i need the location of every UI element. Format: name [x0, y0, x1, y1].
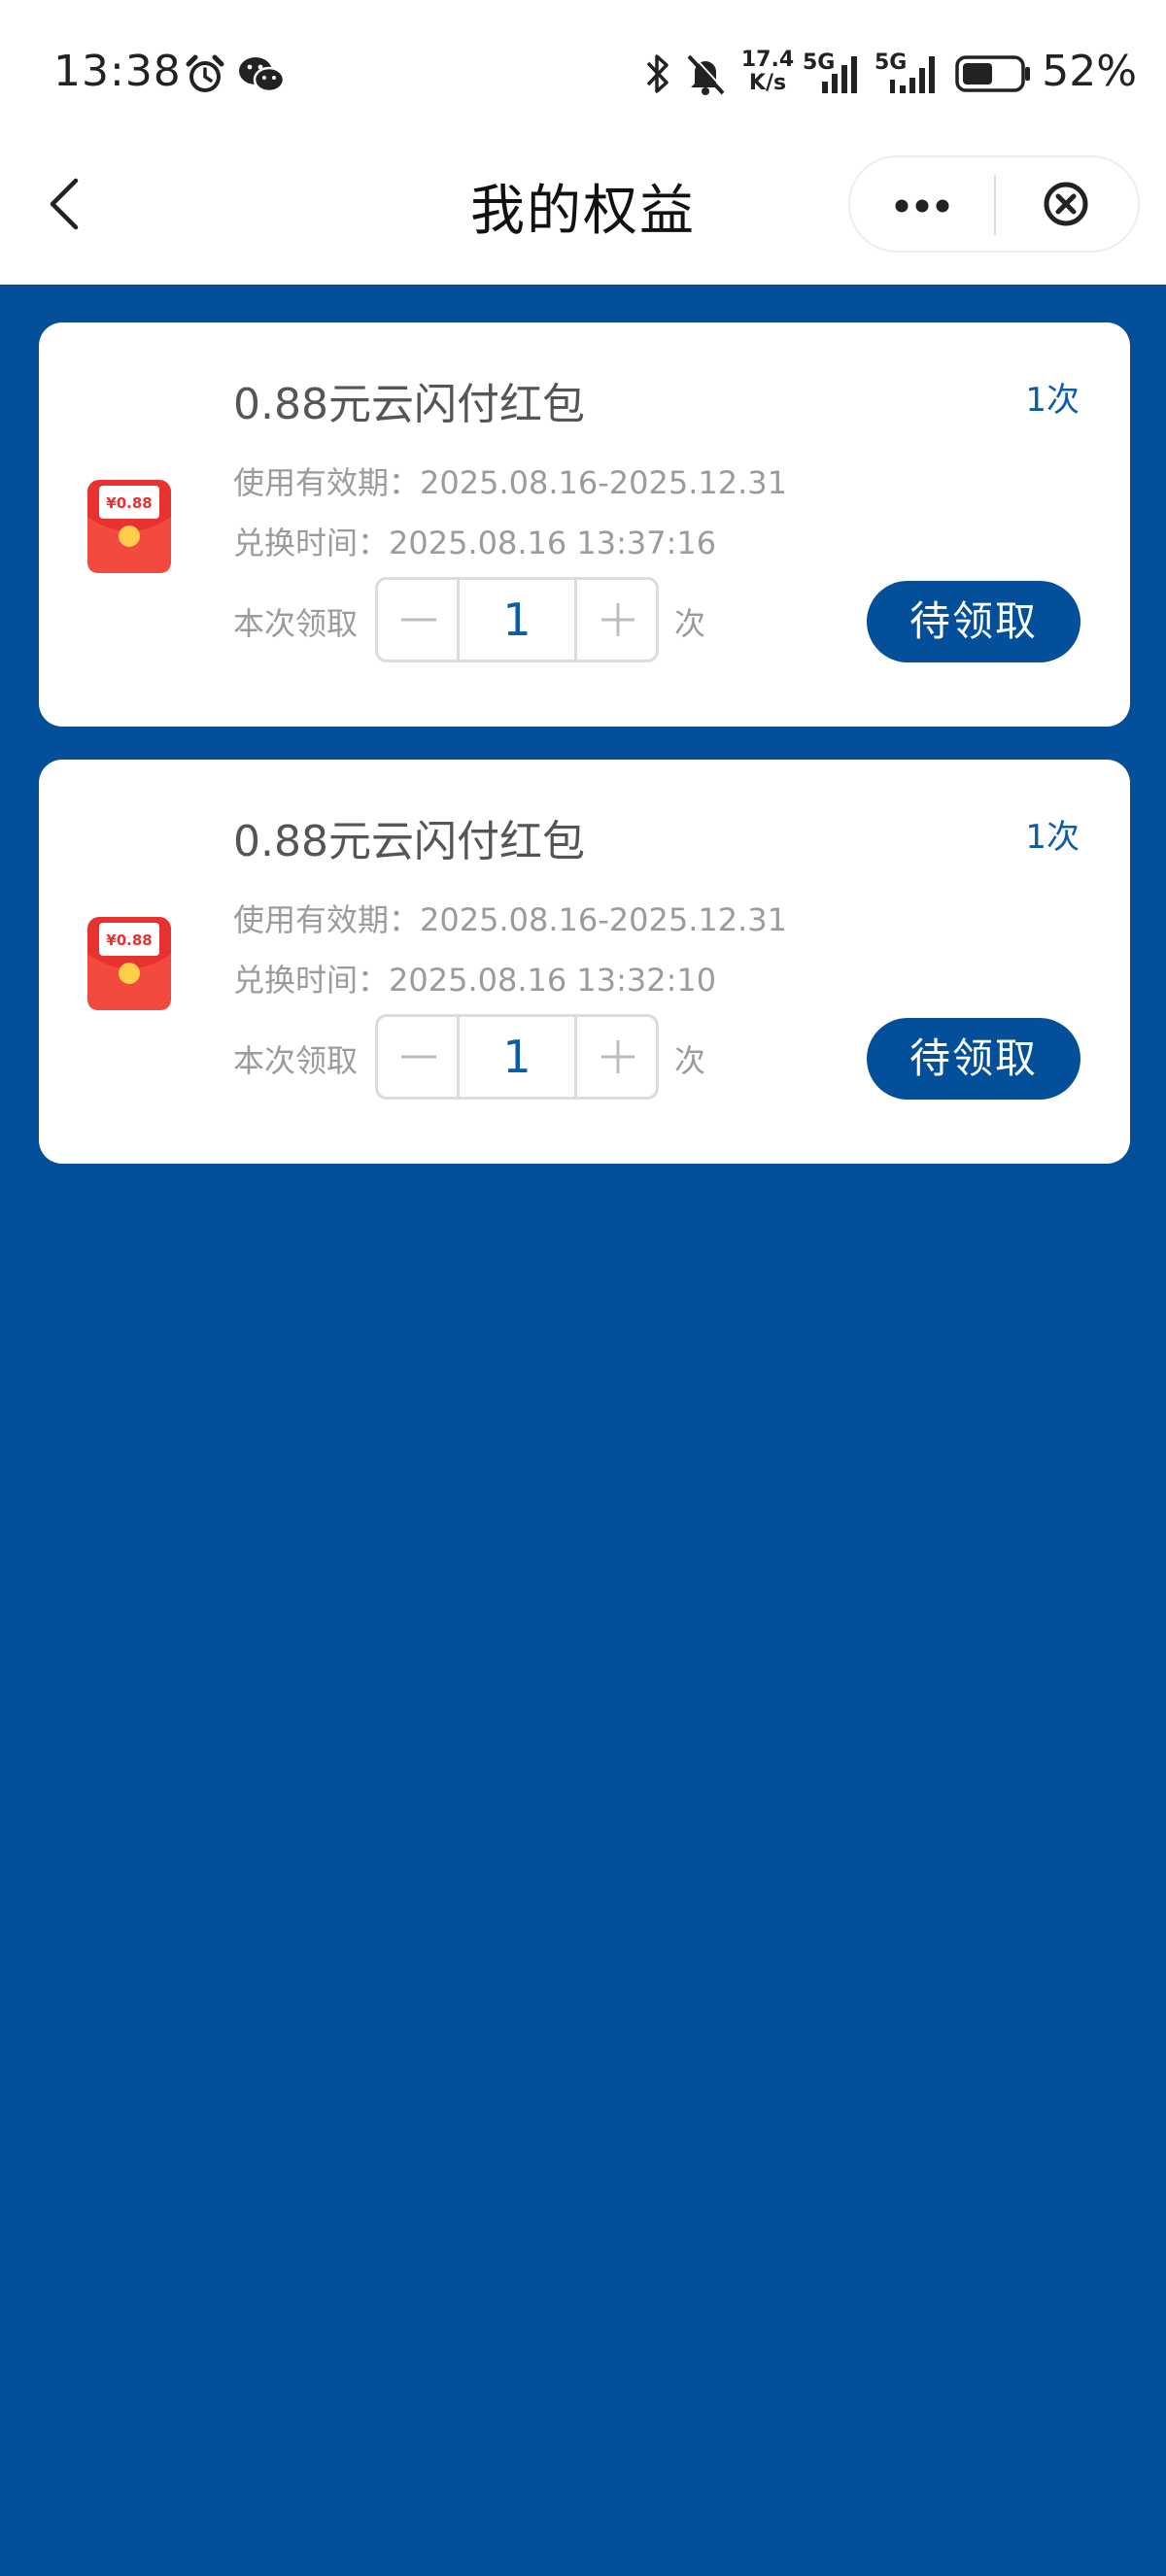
claim-label: 本次领取	[233, 605, 359, 642]
unit-label: 次	[674, 1042, 706, 1079]
card-validity: 使用有效期：2025.08.16-2025.12.31	[233, 464, 787, 501]
claim-label: 本次领取	[233, 1042, 359, 1079]
claim-button[interactable]: 待领取	[867, 1018, 1080, 1100]
minus-icon	[401, 618, 436, 622]
signal-2-icon	[890, 56, 935, 93]
minus-icon	[401, 1055, 436, 1059]
wechat-icon	[239, 57, 286, 93]
card-exchange-time: 兑换时间：2025.08.16 13:37:16	[233, 525, 717, 561]
card-count: 1次	[1025, 818, 1080, 857]
card-title: 0.88元云闪付红包	[233, 380, 585, 429]
status-bar: 13:38 17.4 K/s 5G 5G 52%	[0, 0, 1166, 146]
battery-percent: 52%	[1042, 47, 1137, 96]
quantity-input[interactable]: 1	[460, 580, 574, 660]
alarm-icon	[186, 54, 224, 92]
quantity-input[interactable]: 1	[460, 1017, 574, 1097]
quantity-stepper: 1	[375, 1014, 659, 1100]
benefit-card: ¥0.88 0.88元云闪付红包 1次 使用有效期：2025.08.16-202…	[39, 322, 1130, 727]
card-count: 1次	[1025, 381, 1080, 420]
red-packet-amount: ¥0.88	[106, 494, 152, 512]
mini-program-capsule	[848, 155, 1140, 253]
benefit-card: ¥0.88 0.88元云闪付红包 1次 使用有效期：2025.08.16-202…	[39, 760, 1130, 1164]
close-circle-icon	[1044, 182, 1088, 226]
plus-icon	[601, 603, 634, 636]
mute-icon	[687, 53, 726, 95]
header-area: 13:38 17.4 K/s 5G 5G 52% 我的权益	[0, 0, 1166, 285]
increment-button[interactable]	[574, 1017, 656, 1097]
net-speed-value: 17.4	[740, 48, 795, 72]
unit-label: 次	[674, 605, 706, 642]
more-button[interactable]	[850, 157, 994, 251]
red-packet-amount: ¥0.88	[106, 932, 152, 949]
claim-button[interactable]: 待领取	[867, 581, 1080, 662]
net-speed-unit: K/s	[748, 71, 787, 95]
status-time: 13:38	[53, 47, 182, 96]
signal-icon	[822, 56, 857, 93]
battery-icon	[955, 55, 1030, 92]
quantity-stepper: 1	[375, 577, 659, 662]
card-validity: 使用有效期：2025.08.16-2025.12.31	[233, 901, 787, 938]
red-packet-icon: ¥0.88	[87, 480, 171, 573]
close-button[interactable]	[996, 157, 1140, 251]
red-packet-icon: ¥0.88	[87, 917, 171, 1010]
increment-button[interactable]	[574, 580, 656, 660]
decrement-button[interactable]	[378, 580, 460, 660]
more-dots-icon	[895, 199, 949, 213]
card-exchange-time: 兑换时间：2025.08.16 13:32:10	[233, 962, 717, 999]
card-title: 0.88元云闪付红包	[233, 817, 585, 866]
plus-icon	[601, 1040, 634, 1073]
net-speed: 17.4 K/s	[738, 49, 797, 95]
decrement-button[interactable]	[378, 1017, 460, 1097]
bluetooth-icon	[646, 54, 669, 93]
